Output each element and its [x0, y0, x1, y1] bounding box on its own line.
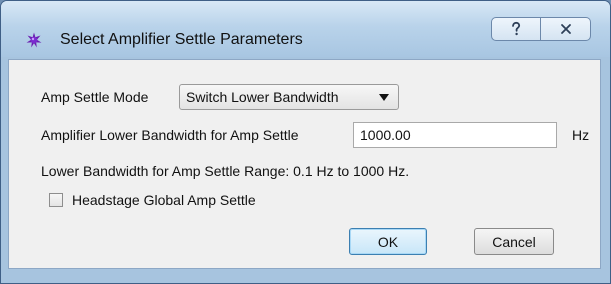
lower-bandwidth-input[interactable]: 1000.00	[353, 122, 557, 148]
question-mark-icon	[509, 21, 523, 37]
chevron-down-icon	[379, 94, 389, 101]
lower-bandwidth-label: Amplifier Lower Bandwidth for Amp Settle	[41, 127, 299, 143]
caption-buttons	[491, 17, 591, 45]
lower-bandwidth-unit: Hz	[572, 127, 590, 143]
amp-settle-mode-label: Amp Settle Mode	[41, 89, 149, 105]
amp-settle-mode-select[interactable]: Switch Lower Bandwidth	[179, 84, 399, 110]
help-button[interactable]	[491, 17, 541, 41]
range-info-text: Lower Bandwidth for Amp Settle Range: 0.…	[41, 163, 410, 179]
headstage-global-amp-settle-label[interactable]: Headstage Global Amp Settle	[72, 192, 256, 208]
cancel-button[interactable]: Cancel	[474, 228, 554, 255]
close-button[interactable]	[541, 17, 591, 41]
amp-settle-mode-value: Switch Lower Bandwidth	[186, 89, 339, 105]
headstage-global-amp-settle-checkbox[interactable]	[49, 193, 63, 207]
dialog-window: Select Amplifier Settle Parameters Amp S…	[0, 0, 611, 284]
ok-button[interactable]: OK	[349, 228, 427, 255]
dialog-content: Amp Settle Mode Switch Lower Bandwidth A…	[8, 59, 601, 269]
title-bar[interactable]: Select Amplifier Settle Parameters	[1, 1, 610, 57]
purple-star-icon	[26, 32, 42, 48]
dialog-title: Select Amplifier Settle Parameters	[60, 31, 303, 48]
close-x-icon	[559, 22, 573, 36]
